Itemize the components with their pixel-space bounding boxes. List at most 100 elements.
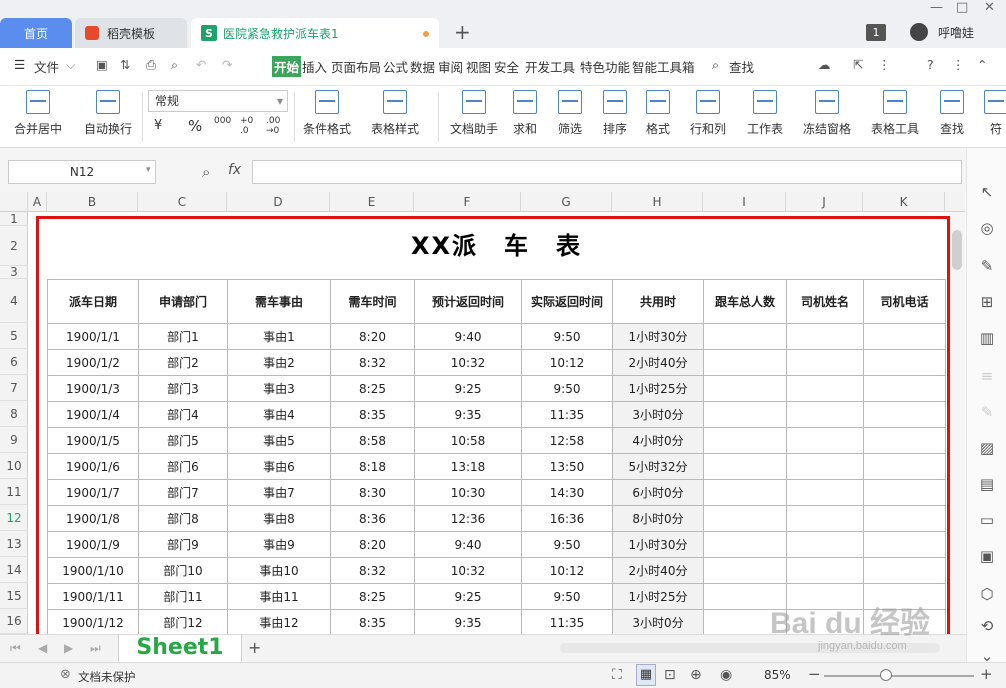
table-cell[interactable] <box>863 323 946 350</box>
close-icon[interactable]: ✕ <box>984 0 995 15</box>
column-header-cell[interactable]: 司机电话 <box>863 279 946 324</box>
tab-template[interactable]: 稻壳模板 <box>75 18 187 48</box>
col-header-h[interactable]: H <box>612 192 703 212</box>
table-cell[interactable]: 1900/1/4 <box>47 401 139 428</box>
row-header[interactable]: 8 <box>0 401 28 427</box>
more-icon[interactable]: ⋮ <box>878 57 891 72</box>
menu-item-7[interactable]: 安全 <box>494 57 519 76</box>
col-header-a[interactable]: A <box>28 192 47 212</box>
table-cell[interactable]: 1小时30分 <box>612 531 704 558</box>
chevron-down-icon[interactable]: ▾ <box>146 165 151 175</box>
row-header[interactable]: 2 <box>0 226 28 266</box>
table-cell[interactable] <box>703 505 787 532</box>
col-header-e[interactable]: E <box>330 192 414 212</box>
chart-icon[interactable]: ▥ <box>977 328 997 348</box>
table-cell[interactable]: 1900/1/8 <box>47 505 139 532</box>
menu-search[interactable]: 查找 <box>729 57 754 76</box>
decrease-decimal-button[interactable]: .00 →0 <box>266 116 286 136</box>
menu-item-8[interactable]: 开发工具 <box>525 57 575 76</box>
table-cell[interactable]: 11:35 <box>521 401 613 428</box>
column-header-cell[interactable]: 需车事由 <box>227 279 331 324</box>
table-cell[interactable]: 8:35 <box>330 609 415 634</box>
select-all-corner[interactable] <box>0 192 28 212</box>
menu-file[interactable]: 文件 <box>34 57 59 76</box>
more-options-icon[interactable]: ⋮ <box>952 57 965 72</box>
menu-item-4[interactable]: 数据 <box>410 57 435 76</box>
table-cell[interactable] <box>786 349 864 376</box>
table-cell[interactable]: 8:58 <box>330 427 415 454</box>
table-cell[interactable]: 事由11 <box>227 583 331 610</box>
row-header[interactable]: 15 <box>0 583 28 609</box>
table-cell[interactable] <box>863 375 946 402</box>
find-button[interactable]: 查找 <box>940 90 964 137</box>
filter-button[interactable]: 筛选 <box>558 90 582 137</box>
redo-icon[interactable]: ↷ <box>222 57 232 72</box>
row-header-selected[interactable]: 12 <box>0 505 28 531</box>
worksheet-button[interactable]: 工作表 <box>747 90 783 137</box>
table-cell[interactable] <box>703 375 787 402</box>
table-cell[interactable]: 8:25 <box>330 583 415 610</box>
column-header-cell[interactable]: 派车日期 <box>47 279 139 324</box>
table-cell[interactable]: 事由12 <box>227 609 331 634</box>
next-sheet-icon[interactable]: ▶ <box>64 641 73 655</box>
table-cell[interactable]: 事由5 <box>227 427 331 454</box>
doc-helper-button[interactable]: 文档助手 <box>450 90 498 137</box>
table-cell[interactable]: 部门3 <box>138 375 228 402</box>
table-cell[interactable]: 16:36 <box>521 505 613 532</box>
format-button[interactable]: 格式 <box>646 90 670 137</box>
table-cell[interactable]: 部门2 <box>138 349 228 376</box>
table-cell[interactable] <box>786 531 864 558</box>
row-header[interactable]: 4 <box>0 279 28 323</box>
table-cell[interactable]: 事由6 <box>227 453 331 480</box>
table-cell[interactable]: 10:12 <box>521 349 613 376</box>
menu-item-0[interactable]: 开始 <box>272 56 302 77</box>
protect-status[interactable]: 文档未保护 <box>78 669 136 685</box>
page-break-view-icon[interactable]: ⊡ <box>664 667 676 683</box>
minimize-icon[interactable]: — <box>930 0 943 15</box>
table-cell[interactable]: 3小时0分 <box>612 401 704 428</box>
hamburger-icon[interactable]: ☰ <box>14 57 25 72</box>
table-cell[interactable]: 3小时0分 <box>612 609 704 634</box>
vertical-scrollbar[interactable] <box>949 212 965 634</box>
table-cell[interactable] <box>786 557 864 584</box>
row-header[interactable]: 7 <box>0 375 28 401</box>
table-cell[interactable] <box>863 349 946 376</box>
merge-center-button[interactable]: 合并居中 <box>14 90 62 137</box>
row-header[interactable]: 14 <box>0 557 28 583</box>
col-header-g[interactable]: G <box>521 192 612 212</box>
column-header-cell[interactable]: 共用时 <box>612 279 704 324</box>
sheet-tab-sheet1[interactable]: Sheet1 <box>118 635 242 663</box>
table-cell[interactable]: 1小时25分 <box>612 375 704 402</box>
row-header[interactable]: 11 <box>0 479 28 505</box>
table-cell[interactable] <box>786 323 864 350</box>
table-cell[interactable]: 10:32 <box>414 557 522 584</box>
row-header[interactable]: 9 <box>0 427 28 453</box>
table-cell[interactable]: 9:50 <box>521 583 613 610</box>
table-cell[interactable]: 1900/1/9 <box>47 531 139 558</box>
collapse-ribbon-icon[interactable]: ⌃ <box>977 57 987 72</box>
col-header-f[interactable]: F <box>414 192 521 212</box>
table-cell[interactable]: 8:25 <box>330 375 415 402</box>
fullscreen-icon[interactable]: ⛶ <box>612 667 622 683</box>
zoom-in-icon[interactable]: + <box>980 665 993 683</box>
table-cell[interactable] <box>786 375 864 402</box>
table-cell[interactable]: 事由7 <box>227 479 331 506</box>
table-cell[interactable]: 8:35 <box>330 401 415 428</box>
table-cell[interactable]: 11:35 <box>521 609 613 634</box>
select-cursor-icon[interactable]: ↖ <box>977 182 997 202</box>
table-cell[interactable]: 9:35 <box>414 401 522 428</box>
table-cell[interactable]: 1900/1/1 <box>47 323 139 350</box>
column-header-cell[interactable]: 实际返回时间 <box>521 279 613 324</box>
table-cell[interactable]: 8:32 <box>330 557 415 584</box>
print-icon[interactable]: ⎙ <box>146 57 156 73</box>
avatar[interactable] <box>910 23 928 41</box>
page-layout-icon[interactable]: ⊕ <box>690 667 702 683</box>
table-cell[interactable]: 6小时0分 <box>612 479 704 506</box>
eye-protection-icon[interactable]: ◉ <box>720 667 732 683</box>
table-cell[interactable]: 1900/1/10 <box>47 557 139 584</box>
table-cell[interactable] <box>863 531 946 558</box>
table-cell[interactable] <box>703 323 787 350</box>
table-cell[interactable] <box>703 401 787 428</box>
table-cell[interactable]: 10:58 <box>414 427 522 454</box>
table-cell[interactable]: 2小时40分 <box>612 557 704 584</box>
